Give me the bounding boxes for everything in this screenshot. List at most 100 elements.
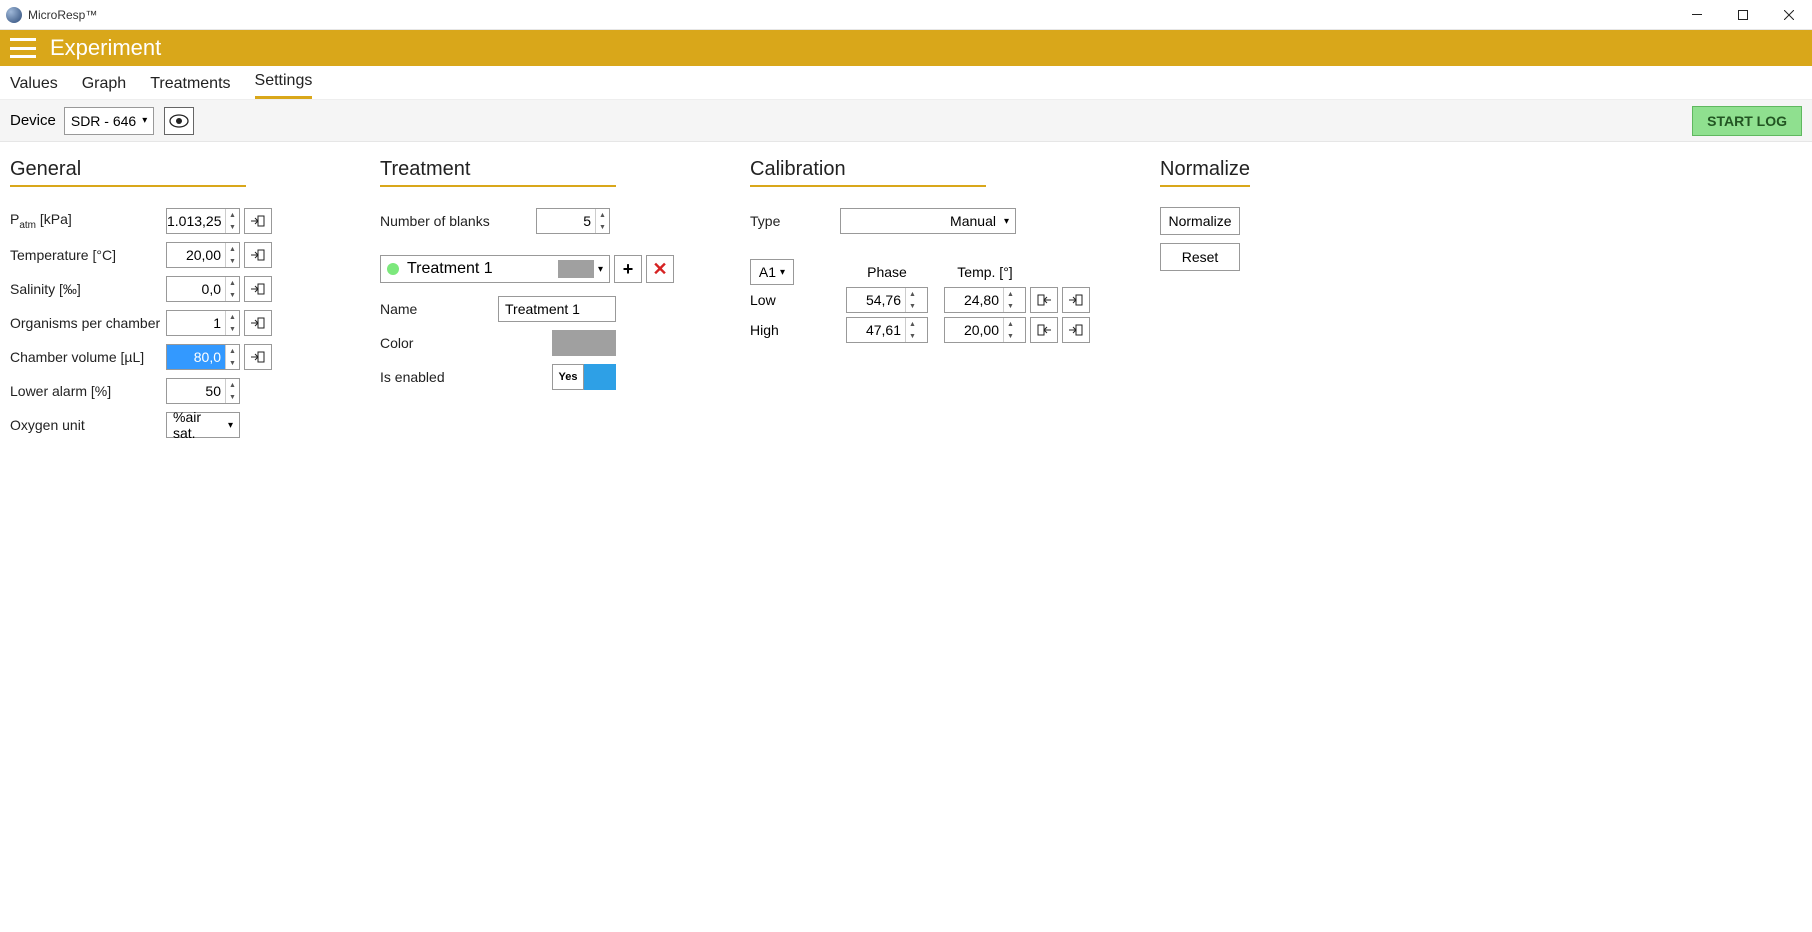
temperature-export-button[interactable]	[244, 242, 272, 268]
view-button[interactable]	[164, 107, 194, 135]
menu-button[interactable]	[10, 38, 36, 58]
high-label: High	[750, 322, 846, 338]
window-title: MicroResp™	[28, 8, 1674, 22]
temp-header: Temp. [°]	[944, 264, 1026, 280]
organisms-input[interactable]: ▲▼	[166, 310, 240, 336]
low-export-button[interactable]	[1062, 287, 1090, 313]
close-button[interactable]	[1766, 0, 1812, 29]
minimize-button[interactable]	[1674, 0, 1720, 29]
chevron-down-icon: ▾	[1004, 216, 1009, 227]
start-log-button[interactable]: START LOG	[1692, 106, 1802, 136]
chamber-volume-export-button[interactable]	[244, 344, 272, 370]
export-icon	[251, 317, 265, 329]
tab-settings[interactable]: Settings	[255, 68, 313, 99]
color-swatch	[558, 260, 594, 278]
low-temp-input[interactable]: ▲▼	[944, 287, 1026, 313]
maximize-button[interactable]	[1720, 0, 1766, 29]
patm-export-button[interactable]	[244, 208, 272, 234]
titlebar: MicroResp™	[0, 0, 1812, 30]
tab-graph[interactable]: Graph	[82, 71, 126, 99]
oxygen-unit-label: Oxygen unit	[10, 417, 166, 433]
eye-icon	[169, 114, 189, 128]
organisms-export-button[interactable]	[244, 310, 272, 336]
x-icon: ✕	[652, 259, 667, 280]
import-icon	[1037, 294, 1051, 306]
oxygen-unit-select[interactable]: %air sat.▾	[166, 412, 240, 438]
panel-treatment: Treatment Number of blanks ▲▼ Treatment …	[380, 158, 710, 397]
treatment-name-input[interactable]	[498, 296, 616, 322]
salinity-label: Salinity [‰]	[10, 281, 166, 297]
treatment-color-picker[interactable]	[552, 330, 616, 356]
chevron-down-icon: ▾	[142, 115, 147, 126]
chevron-down-icon: ▾	[598, 264, 603, 275]
treatment-selected: Treatment 1	[407, 260, 493, 278]
treatment-heading: Treatment	[380, 158, 616, 187]
chevron-down-icon: ▾	[780, 267, 785, 278]
toggle-indicator	[584, 364, 616, 390]
high-export-button[interactable]	[1062, 317, 1090, 343]
content: General Patm [kPa] ▲▼ Temperature [°C] ▲…	[0, 142, 1812, 461]
high-temp-input[interactable]: ▲▼	[944, 317, 1026, 343]
add-treatment-button[interactable]: +	[614, 255, 642, 283]
panel-calibration: Calibration Type Manual▾ A1▾ Phase Temp.…	[750, 158, 1120, 345]
minimize-icon	[1692, 14, 1702, 15]
export-icon	[1069, 294, 1083, 306]
temperature-label: Temperature [°C]	[10, 247, 166, 263]
phase-header: Phase	[846, 264, 928, 280]
device-label: Device	[10, 112, 56, 129]
export-icon	[251, 283, 265, 295]
delete-treatment-button[interactable]: ✕	[646, 255, 674, 283]
export-icon	[1069, 324, 1083, 336]
panel-normalize: Normalize Normalize Reset	[1160, 158, 1420, 279]
toolbar: Device SDR - 646 ▾ START LOG	[0, 100, 1812, 142]
import-icon	[1037, 324, 1051, 336]
export-icon	[251, 215, 265, 227]
export-icon	[251, 351, 265, 363]
salinity-export-button[interactable]	[244, 276, 272, 302]
close-icon	[1784, 10, 1794, 20]
treatment-enabled-label: Is enabled	[380, 369, 498, 385]
header-bar: Experiment	[0, 30, 1812, 66]
reset-button[interactable]: Reset	[1160, 243, 1240, 271]
toggle-label: Yes	[552, 364, 584, 390]
temperature-input[interactable]: ▲▼	[166, 242, 240, 268]
high-import-button[interactable]	[1030, 317, 1058, 343]
blanks-label: Number of blanks	[380, 213, 536, 229]
tab-values[interactable]: Values	[10, 71, 58, 99]
treatment-name-label: Name	[380, 301, 498, 317]
normalize-heading: Normalize	[1160, 158, 1250, 187]
treatment-color-label: Color	[380, 335, 498, 351]
organisms-label: Organisms per chamber	[10, 315, 166, 331]
low-phase-input[interactable]: ▲▼	[846, 287, 928, 313]
lower-alarm-input[interactable]: ▲▼	[166, 378, 240, 404]
panel-general: General Patm [kPa] ▲▼ Temperature [°C] ▲…	[10, 158, 340, 445]
treatment-enabled-toggle[interactable]: Yes	[552, 364, 616, 390]
maximize-icon	[1738, 10, 1748, 20]
general-heading: General	[10, 158, 246, 187]
status-dot-icon	[387, 263, 399, 275]
calibration-heading: Calibration	[750, 158, 986, 187]
patm-label: Patm [kPa]	[10, 211, 166, 231]
lower-alarm-label: Lower alarm [%]	[10, 383, 166, 399]
export-icon	[251, 249, 265, 261]
low-import-button[interactable]	[1030, 287, 1058, 313]
calibration-type-label: Type	[750, 213, 840, 229]
low-label: Low	[750, 292, 846, 308]
app-icon	[6, 7, 22, 23]
normalize-button[interactable]: Normalize	[1160, 207, 1240, 235]
chamber-volume-label: Chamber volume [µL]	[10, 349, 166, 365]
chevron-down-icon: ▾	[228, 420, 233, 431]
tab-treatments[interactable]: Treatments	[150, 71, 230, 99]
high-phase-input[interactable]: ▲▼	[846, 317, 928, 343]
calibration-well-select[interactable]: A1▾	[750, 259, 794, 285]
chamber-volume-input[interactable]: ▲▼	[166, 344, 240, 370]
treatment-select[interactable]: Treatment 1 ▾	[380, 255, 610, 283]
device-value: SDR - 646	[71, 113, 136, 129]
plus-icon: +	[623, 259, 634, 280]
blanks-input[interactable]: ▲▼	[536, 208, 610, 234]
page-title: Experiment	[50, 35, 161, 61]
device-select[interactable]: SDR - 646 ▾	[64, 107, 154, 135]
calibration-type-select[interactable]: Manual▾	[840, 208, 1016, 234]
patm-input[interactable]: ▲▼	[166, 208, 240, 234]
salinity-input[interactable]: ▲▼	[166, 276, 240, 302]
